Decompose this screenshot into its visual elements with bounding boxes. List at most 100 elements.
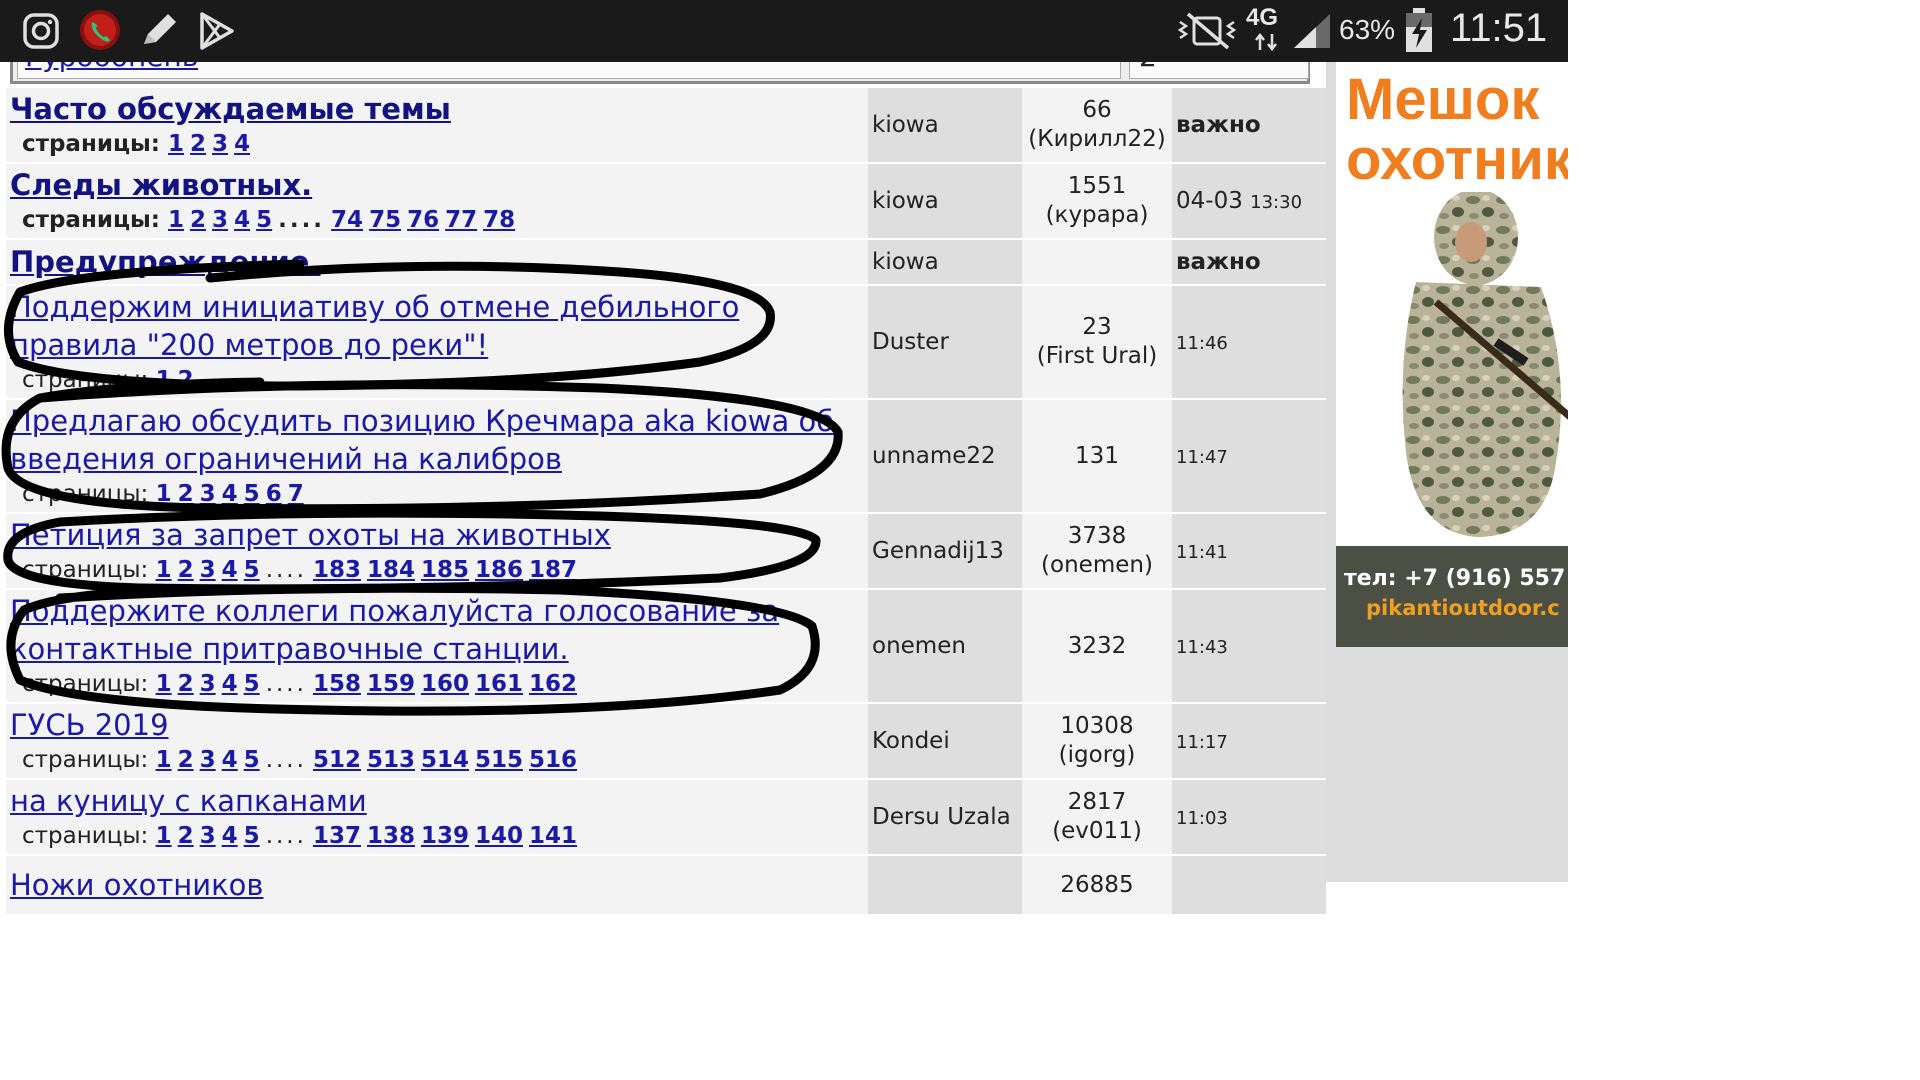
page-link[interactable]: 137: [313, 823, 361, 849]
topic-title-link[interactable]: Предлагаю обсудить позицию Кречмара aka …: [10, 402, 868, 478]
page-link[interactable]: 513: [367, 747, 415, 773]
topic-replies: [1022, 240, 1172, 286]
topic-title-link[interactable]: на куницу с капканами: [10, 782, 868, 820]
page-link[interactable]: 5: [256, 207, 272, 233]
topic-replies: 10308 (igorg): [1022, 704, 1172, 780]
last-time: 11:47: [1176, 447, 1228, 468]
page-link[interactable]: 6: [266, 481, 282, 507]
page-link[interactable]: 74: [331, 207, 363, 233]
page-link[interactable]: 1: [156, 823, 172, 849]
page-link[interactable]: 184: [367, 557, 415, 583]
page-link[interactable]: 160: [421, 671, 469, 697]
last-poster[interactable]: (Кирилл22): [1022, 125, 1172, 154]
page-link[interactable]: 161: [475, 671, 523, 697]
play-store-icon: [200, 12, 234, 50]
topic-title-link[interactable]: ГУСЬ 2019: [10, 706, 868, 744]
page-link[interactable]: 1: [156, 747, 172, 773]
topic-author[interactable]: Gennadij13: [868, 514, 1022, 590]
topic-row: Петиция за запрет охоты на животных стран…: [6, 514, 1326, 590]
page-link[interactable]: 2: [190, 207, 206, 233]
page-link[interactable]: 512: [313, 747, 361, 773]
page-link[interactable]: 4: [222, 557, 238, 583]
page-link[interactable]: 187: [529, 557, 577, 583]
page-link[interactable]: 1: [168, 131, 184, 157]
page-link[interactable]: 3: [200, 557, 216, 583]
page-link[interactable]: 139: [421, 823, 469, 849]
last-poster[interactable]: (igorg): [1022, 741, 1172, 770]
page-link[interactable]: 185: [421, 557, 469, 583]
advertisement-banner[interactable]: Мешок охотника тел: +7 (916) 557 4: [1336, 62, 1568, 647]
page-link[interactable]: 5: [244, 823, 260, 849]
page-link[interactable]: 78: [483, 207, 515, 233]
page-link[interactable]: 4: [222, 823, 238, 849]
page-link[interactable]: 5: [244, 671, 260, 697]
page-link[interactable]: 2: [178, 747, 194, 773]
page-link[interactable]: 162: [529, 671, 577, 697]
last-poster[interactable]: (курара): [1022, 201, 1172, 230]
topic-author[interactable]: kiowa: [868, 164, 1022, 240]
page-link[interactable]: 5: [244, 481, 260, 507]
page-link[interactable]: 2: [178, 481, 194, 507]
page-link[interactable]: 140: [475, 823, 523, 849]
page-link[interactable]: 2: [178, 671, 194, 697]
topic-author[interactable]: Duster: [868, 286, 1022, 400]
page-link[interactable]: 4: [234, 131, 250, 157]
page-link[interactable]: 4: [222, 747, 238, 773]
page-link[interactable]: 3: [200, 671, 216, 697]
page-link[interactable]: 4: [234, 207, 250, 233]
pages-label: страницы:: [22, 671, 149, 697]
page-link[interactable]: 183: [313, 557, 361, 583]
page-link[interactable]: 1: [156, 481, 172, 507]
page-link[interactable]: 77: [445, 207, 477, 233]
page-link[interactable]: 158: [313, 671, 361, 697]
page-link[interactable]: 3: [212, 131, 228, 157]
page-link[interactable]: 141: [529, 823, 577, 849]
topic-cell: Ножи охотников: [6, 856, 868, 916]
page-link[interactable]: 4: [222, 481, 238, 507]
topic-author[interactable]: Dersu Uzala: [868, 780, 1022, 856]
page-link[interactable]: 2: [178, 557, 194, 583]
page-link[interactable]: 515: [475, 747, 523, 773]
topic-author[interactable]: kiowa: [868, 240, 1022, 286]
topic-title-link[interactable]: Предупреждение.: [10, 243, 868, 281]
topic-author[interactable]: Kondei: [868, 704, 1022, 780]
topic-title-link[interactable]: Часто обсуждаемые темы: [10, 90, 868, 128]
page-link[interactable]: 5: [244, 747, 260, 773]
data-arrows-icon: [1255, 32, 1277, 52]
page-link[interactable]: 76: [407, 207, 439, 233]
page-link[interactable]: 3: [200, 481, 216, 507]
page-link[interactable]: 7: [288, 481, 304, 507]
page-link[interactable]: 4: [222, 671, 238, 697]
topic-title-link[interactable]: Петиция за запрет охоты на животных: [10, 516, 868, 554]
page-link[interactable]: 1: [156, 671, 172, 697]
page-link[interactable]: 75: [369, 207, 401, 233]
topic-title-link[interactable]: Следы животных.: [10, 166, 868, 204]
page-link[interactable]: 2: [190, 131, 206, 157]
topic-title-link[interactable]: Поддержите коллеги пожалуйста голосовани…: [10, 592, 868, 668]
page-link[interactable]: 5: [244, 557, 260, 583]
topic-author[interactable]: kiowa: [868, 88, 1022, 164]
page-link[interactable]: 516: [529, 747, 577, 773]
page-link[interactable]: 3: [200, 823, 216, 849]
page-link[interactable]: 159: [367, 671, 415, 697]
page-link[interactable]: 514: [421, 747, 469, 773]
ad-website[interactable]: pikantioutdoor.c: [1366, 596, 1560, 620]
page-link[interactable]: 2: [178, 367, 194, 393]
topic-author[interactable]: onemen: [868, 590, 1022, 704]
topic-title-link[interactable]: Ножи охотников: [10, 866, 868, 904]
hunter-in-camouflage-image: [1402, 192, 1568, 537]
page-link[interactable]: 2: [178, 823, 194, 849]
page-link[interactable]: 1: [156, 367, 172, 393]
topic-author[interactable]: unname22: [868, 400, 1022, 514]
topic-pages: страницы: 1 2 3 4 5.... 512 513 514 515 516: [10, 744, 868, 776]
page-link[interactable]: 3: [200, 747, 216, 773]
topic-title-link[interactable]: Поддержим инициативу об отмене дебильног…: [10, 288, 868, 364]
page-link[interactable]: 1: [168, 207, 184, 233]
topic-author[interactable]: [868, 856, 1022, 916]
page-link[interactable]: 186: [475, 557, 523, 583]
page-link[interactable]: 1: [156, 557, 172, 583]
last-poster[interactable]: (First Ural): [1022, 342, 1172, 371]
page-link[interactable]: 138: [367, 823, 415, 849]
page-link[interactable]: 3: [212, 207, 228, 233]
last-poster[interactable]: (onemen): [1022, 551, 1172, 580]
